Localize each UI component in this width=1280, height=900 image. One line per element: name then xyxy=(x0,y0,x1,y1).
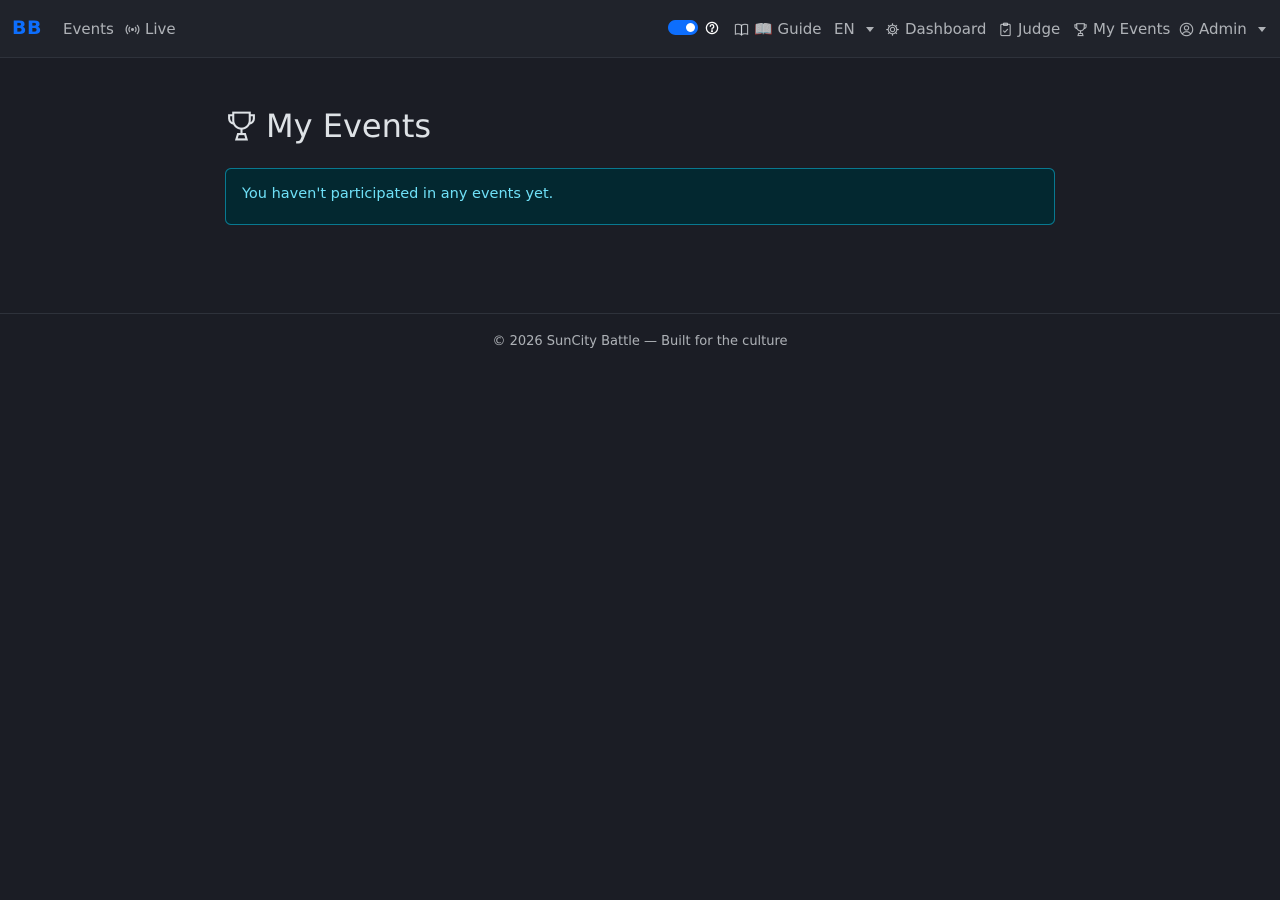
brand-logo[interactable]: BB xyxy=(12,17,42,39)
nav-judge-link[interactable]: Judge xyxy=(998,18,1060,40)
nav-my-events-label: My Events xyxy=(1093,20,1171,38)
nav-live-label: Live xyxy=(145,20,176,38)
page-title: My Events xyxy=(225,106,431,146)
language-dropdown[interactable]: EN xyxy=(834,18,874,40)
nav-events-link[interactable]: Events xyxy=(63,18,114,40)
footer: © 2026 SunCity Battle — Built for the cu… xyxy=(0,313,1280,373)
question-circle-icon[interactable] xyxy=(705,21,719,35)
page-title-text: My Events xyxy=(266,107,432,145)
nav-guide-label: 📖 Guide xyxy=(754,20,822,38)
book-icon xyxy=(734,23,749,36)
clipboard-check-icon xyxy=(1000,22,1011,36)
footer-text: © 2026 SunCity Battle — Built for the cu… xyxy=(492,334,788,349)
nav-events-label: Events xyxy=(63,20,114,38)
nav-guide-link[interactable]: 📖 Guide xyxy=(734,18,822,40)
nav-judge-label: Judge xyxy=(1018,20,1061,38)
theme-toggle[interactable] xyxy=(668,20,698,35)
user-label: Admin xyxy=(1199,20,1247,38)
trophy-icon xyxy=(228,111,255,141)
nav-dashboard-label: Dashboard xyxy=(905,20,987,38)
empty-state-alert: You haven't participated in any events y… xyxy=(225,168,1055,225)
language-label: EN xyxy=(834,20,855,38)
gear-icon xyxy=(886,22,899,36)
alert-text: You haven't participated in any events y… xyxy=(242,186,554,202)
broadcast-icon xyxy=(125,24,140,34)
navbar: BB Events Live 📖 Guide EN Dashboard Judg… xyxy=(0,0,1280,58)
caret-down-icon xyxy=(865,26,874,32)
nav-dashboard-link[interactable]: Dashboard xyxy=(885,18,986,40)
theme-toggle-knob xyxy=(686,23,695,32)
user-dropdown[interactable]: Admin xyxy=(1179,18,1266,40)
person-circle-icon xyxy=(1179,22,1194,36)
caret-down-icon xyxy=(1257,26,1266,32)
nav-my-events-link[interactable]: My Events xyxy=(1073,18,1170,40)
trophy-icon xyxy=(1074,22,1087,36)
nav-live-link[interactable]: Live xyxy=(125,18,176,40)
